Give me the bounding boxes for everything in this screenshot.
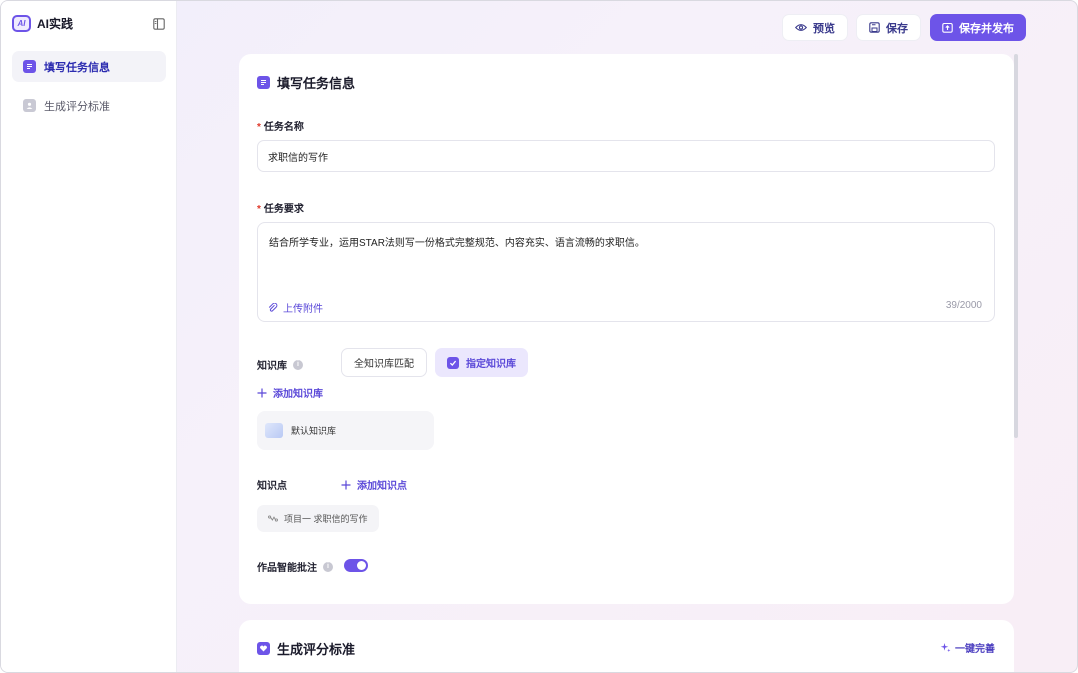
task-req-value: 结合所学专业，运用STAR法则写一份格式完整规范、内容充实、语言流畅的求职信。 xyxy=(269,238,645,249)
paperclip-icon xyxy=(268,302,278,312)
document-icon xyxy=(23,60,36,73)
sidebar: AI AI实践 填写任务信息 生成评分标准 xyxy=(1,1,177,672)
brand-logo: AI xyxy=(12,15,31,32)
kb-option-specified[interactable]: 指定知识库 xyxy=(435,348,528,377)
kb-option-all-label: 全知识库匹配 xyxy=(354,359,414,370)
info-icon[interactable]: i xyxy=(293,359,303,370)
one-click-label: 一键完善 xyxy=(955,644,995,655)
save-publish-button[interactable]: 保存并发布 xyxy=(930,14,1026,41)
link-node-icon xyxy=(268,515,278,522)
task-req-label: * 任务要求 xyxy=(257,204,304,215)
eye-icon xyxy=(795,24,807,31)
save-icon xyxy=(869,22,880,33)
task-name-input[interactable]: 求职信的写作 xyxy=(257,140,995,172)
kp-label: 知识点 xyxy=(257,481,287,492)
one-click-improve-button[interactable]: 一键完善 xyxy=(940,640,995,655)
upload-label: 上传附件 xyxy=(283,304,323,315)
add-kp-label: 添加知识点 xyxy=(357,481,407,492)
kp-chip[interactable]: 项目一 求职信的写作 xyxy=(257,505,379,532)
preview-button[interactable]: 预览 xyxy=(782,14,848,41)
kb-item-label: 默认知识库 xyxy=(291,426,337,436)
section-title: 生成评分标准 xyxy=(277,642,356,657)
smart-annotation-toggle[interactable] xyxy=(344,559,368,572)
sidebar-item-rubric[interactable]: 生成评分标准 xyxy=(12,90,166,121)
section-title: 填写任务信息 xyxy=(277,76,356,91)
user-card-icon xyxy=(23,99,36,112)
sparkle-icon xyxy=(940,643,951,652)
section-header: 填写任务信息 xyxy=(257,73,355,92)
preview-label: 预览 xyxy=(813,22,835,35)
save-label: 保存 xyxy=(886,22,908,35)
kb-option-specified-label: 指定知识库 xyxy=(466,359,516,370)
kb-option-all[interactable]: 全知识库匹配 xyxy=(341,348,427,377)
kb-item[interactable]: 默认知识库 xyxy=(257,411,434,450)
app-window: AI AI实践 填写任务信息 生成评分标准 预览 保存 保存并发布 填写任务信息… xyxy=(0,0,1078,673)
sidebar-item-task-info[interactable]: 填写任务信息 xyxy=(12,51,166,82)
char-counter: 39/2000 xyxy=(945,300,982,311)
scrollbar[interactable] xyxy=(1014,54,1018,438)
sidebar-item-label: 填写任务信息 xyxy=(44,61,110,74)
save-button[interactable]: 保存 xyxy=(856,14,921,41)
brand: AI AI实践 xyxy=(12,15,73,32)
smart-annotation-label: 作品智能批注 i xyxy=(257,559,333,574)
heart-icon xyxy=(257,642,270,655)
plus-icon xyxy=(341,480,351,489)
brand-title: AI实践 xyxy=(37,17,74,31)
database-icon xyxy=(265,423,283,438)
task-req-textarea[interactable]: 结合所学专业，运用STAR法则写一份格式完整规范、内容充实、语言流畅的求职信。 … xyxy=(257,222,995,322)
rubric-card: 生成评分标准 一键完善 xyxy=(239,620,1014,672)
task-name-value: 求职信的写作 xyxy=(268,152,328,164)
section-header: 生成评分标准 xyxy=(257,639,355,658)
task-info-card: 填写任务信息 * 任务名称 求职信的写作 * 任务要求 结合所学专业，运用STAR法… xyxy=(239,54,1014,604)
publish-icon xyxy=(942,22,953,33)
add-kb-link[interactable]: 添加知识库 xyxy=(257,385,323,400)
kb-label: 知识库 i xyxy=(257,357,303,372)
add-kp-link[interactable]: 添加知识点 xyxy=(341,477,407,492)
sidebar-item-label: 生成评分标准 xyxy=(44,100,110,113)
toggle-knob xyxy=(357,561,366,570)
task-name-label: * 任务名称 xyxy=(257,122,304,133)
kp-chip-label: 项目一 求职信的写作 xyxy=(284,514,368,524)
add-kb-label: 添加知识库 xyxy=(273,389,323,400)
upload-attachment-link[interactable]: 上传附件 xyxy=(268,300,323,315)
document-icon xyxy=(257,76,270,89)
save-publish-label: 保存并发布 xyxy=(959,22,1014,35)
plus-icon xyxy=(257,388,267,397)
required-mark: * xyxy=(257,204,261,215)
info-icon[interactable]: i xyxy=(323,561,333,572)
required-mark: * xyxy=(257,122,261,133)
checkbox-checked-icon xyxy=(447,356,459,369)
sidebar-collapse-icon[interactable] xyxy=(153,18,165,30)
